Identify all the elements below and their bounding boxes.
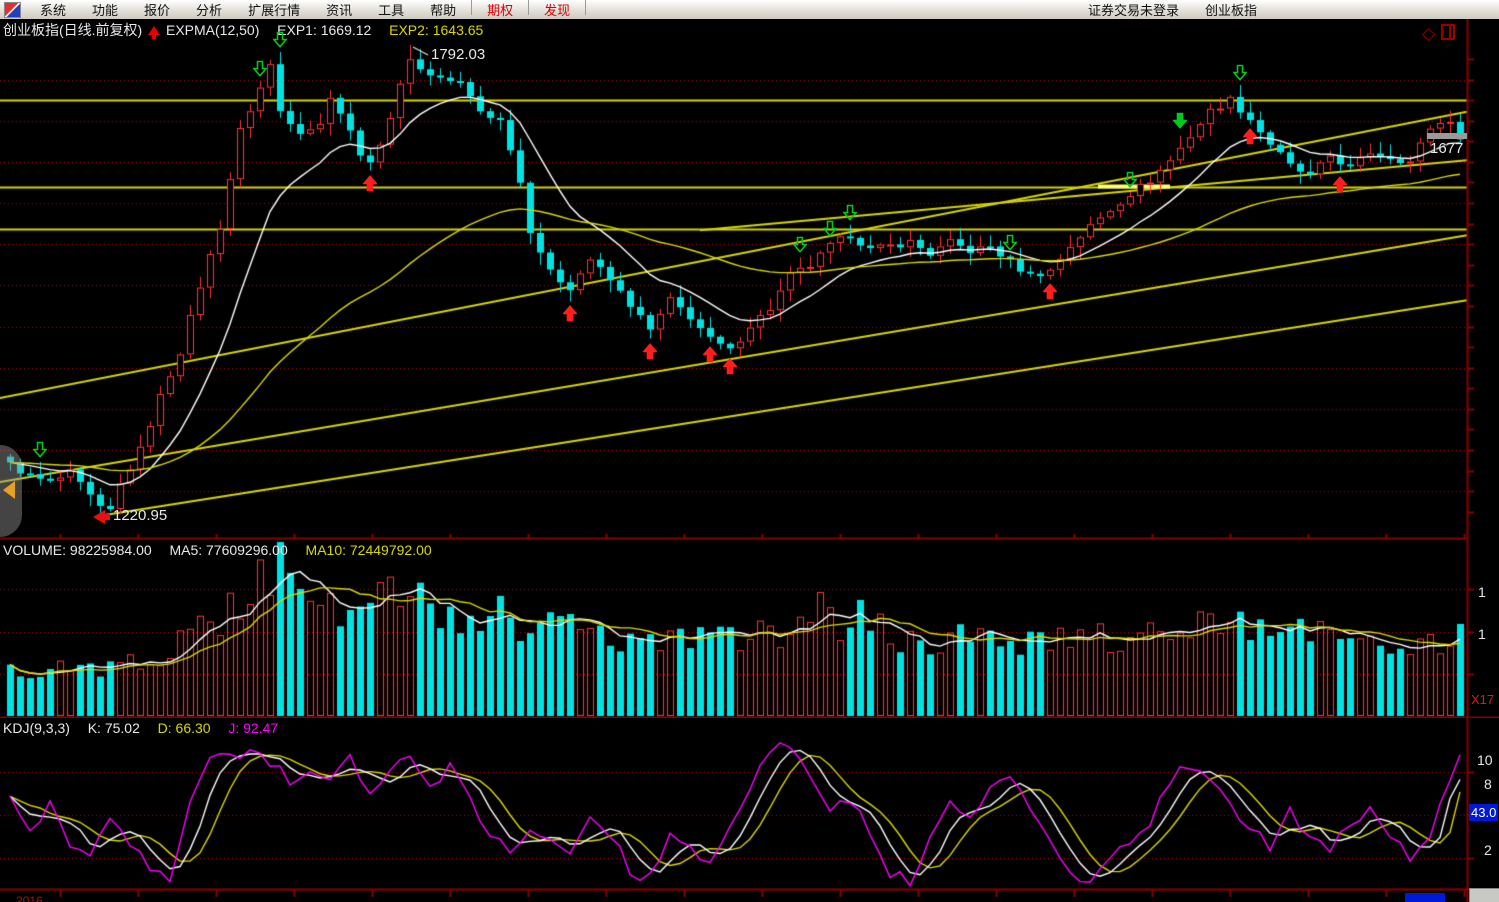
buy-signal-icon: [363, 175, 377, 192]
indicator-name[interactable]: EXPMA(12,50): [166, 22, 259, 38]
up-arrow-icon: [148, 26, 160, 35]
main-chart-panel: 创业板指(日线.前复权) EXPMA(12,50) EXP1: 1669.12 …: [0, 19, 1499, 540]
last-price-marker: [1427, 133, 1467, 139]
diamond-tool-icon[interactable]: ◇: [1422, 24, 1435, 43]
sell-signal-icon: [1233, 64, 1247, 81]
left-panel-slide-handle[interactable]: [0, 445, 22, 537]
current-date-highlight: [1405, 893, 1445, 902]
buy-signal-icon: [703, 346, 717, 363]
volume-ma5-value: MA5: 77609296.00: [169, 542, 287, 558]
volume-scale-label: X17: [1471, 692, 1494, 708]
sell-signal-icon: [1123, 171, 1137, 188]
volume-label-row: VOLUME: 98225984.00 MA5: 77609296.00 MA1…: [3, 542, 432, 558]
buy-signal-icon: [563, 305, 577, 322]
volume-canvas[interactable]: [0, 540, 1499, 718]
sell-signal-icon: [1003, 234, 1017, 251]
menu-item-期权[interactable]: 期权: [474, 0, 526, 19]
exp2-value: EXP2: 1643.65: [389, 22, 483, 38]
menu-items: 系统功能报价分析扩展行情资讯工具帮助期权发现: [27, 0, 588, 19]
sell-signal-icon: [273, 31, 287, 48]
kdj-j-value: J: 92.47: [228, 720, 278, 736]
restore-window-icon[interactable]: [1441, 24, 1455, 40]
menu-item-扩展行情[interactable]: 扩展行情: [235, 0, 313, 19]
kdj-axis-label-100: 10: [1477, 752, 1493, 768]
chart-title-row: 创业板指(日线.前复权) EXPMA(12,50) EXP1: 1669.12 …: [3, 22, 483, 38]
buy-signal-icon: [1043, 283, 1057, 300]
kdj-indicator-name[interactable]: KDJ(9,3,3): [3, 720, 70, 736]
sell-solid-signal-icon: [1173, 112, 1187, 129]
menu-item-资讯[interactable]: 资讯: [313, 0, 365, 19]
kdj-canvas[interactable]: [0, 718, 1499, 888]
date-axis-year: 2016: [16, 894, 43, 902]
exp1-value: EXP1: 1669.12: [277, 22, 371, 38]
symbol-period-title: 创业板指(日线.前复权): [3, 22, 142, 38]
menu-item-系统[interactable]: 系统: [27, 0, 79, 19]
date-axis: 2016: [0, 888, 1499, 902]
current-symbol-label: 创业板指: [1205, 3, 1257, 18]
menu-bar: 系统功能报价分析扩展行情资讯工具帮助期权发现 证券交易未登录 创业板指: [0, 0, 1499, 20]
sell-signal-icon: [843, 204, 857, 221]
axis-corner-box: [1469, 888, 1499, 902]
kdj-axis-label-80: 8: [1484, 776, 1492, 792]
sell-signal-icon: [253, 60, 267, 77]
buy-signal-icon: [723, 358, 737, 375]
volume-axis-label-2: 1: [1478, 626, 1486, 642]
chart-area: 创业板指(日线.前复权) EXPMA(12,50) EXP1: 1669.12 …: [0, 19, 1499, 902]
kdj-label-row: KDJ(9,3,3) K: 75.02 D: 66.30 J: 92.47: [3, 720, 278, 736]
volume-axis-label-1: 1: [1478, 584, 1486, 600]
kdj-k-value: K: 75.02: [88, 720, 140, 736]
menu-status: 证券交易未登录 创业板指: [1088, 0, 1283, 19]
main-chart-canvas[interactable]: [0, 19, 1499, 540]
buy-signal-icon: [643, 343, 657, 360]
menu-item-分析[interactable]: 分析: [183, 0, 235, 19]
menu-separator: [585, 0, 586, 15]
collapse-arrow-icon: [3, 481, 15, 499]
sell-signal-icon: [33, 441, 47, 458]
volume-panel: VOLUME: 98225984.00 MA5: 77609296.00 MA1…: [0, 540, 1499, 718]
kdj-panel: KDJ(9,3,3) K: 75.02 D: 66.30 J: 92.47 10…: [0, 718, 1499, 888]
menu-item-帮助[interactable]: 帮助: [417, 0, 469, 19]
trade-login-status[interactable]: 证券交易未登录: [1088, 3, 1179, 18]
menu-item-功能[interactable]: 功能: [79, 0, 131, 19]
kdj-d-value: D: 66.30: [158, 720, 211, 736]
high-price-annotation: 1792.03: [431, 47, 485, 63]
last-price-label: 1677: [1430, 141, 1463, 157]
kdj-current-value-badge: 43.0: [1469, 804, 1498, 821]
menu-item-工具[interactable]: 工具: [365, 0, 417, 19]
chart-corner-tools: ◇: [1422, 23, 1455, 44]
volume-ma10-value: MA10: 72449792.00: [306, 542, 432, 558]
buy-signal-icon: [1243, 128, 1257, 145]
volume-value[interactable]: VOLUME: 98225984.00: [3, 542, 152, 558]
sell-signal-icon: [793, 236, 807, 253]
menu-item-发现[interactable]: 发现: [531, 0, 583, 19]
low-price-arrow-icon: [93, 510, 105, 524]
app-logo-icon[interactable]: [4, 2, 21, 18]
sell-signal-icon: [823, 220, 837, 237]
low-price-annotation: 1220.95: [113, 508, 167, 524]
kdj-axis-label-20: 2: [1484, 842, 1492, 858]
buy-signal-icon: [1333, 176, 1347, 193]
trading-terminal-window: 系统功能报价分析扩展行情资讯工具帮助期权发现 证券交易未登录 创业板指 创业板指(…: [0, 0, 1499, 902]
date-axis-canvas[interactable]: [0, 888, 1499, 902]
menu-separator: [528, 0, 529, 15]
menu-item-报价[interactable]: 报价: [131, 0, 183, 19]
menu-separator: [471, 0, 472, 15]
